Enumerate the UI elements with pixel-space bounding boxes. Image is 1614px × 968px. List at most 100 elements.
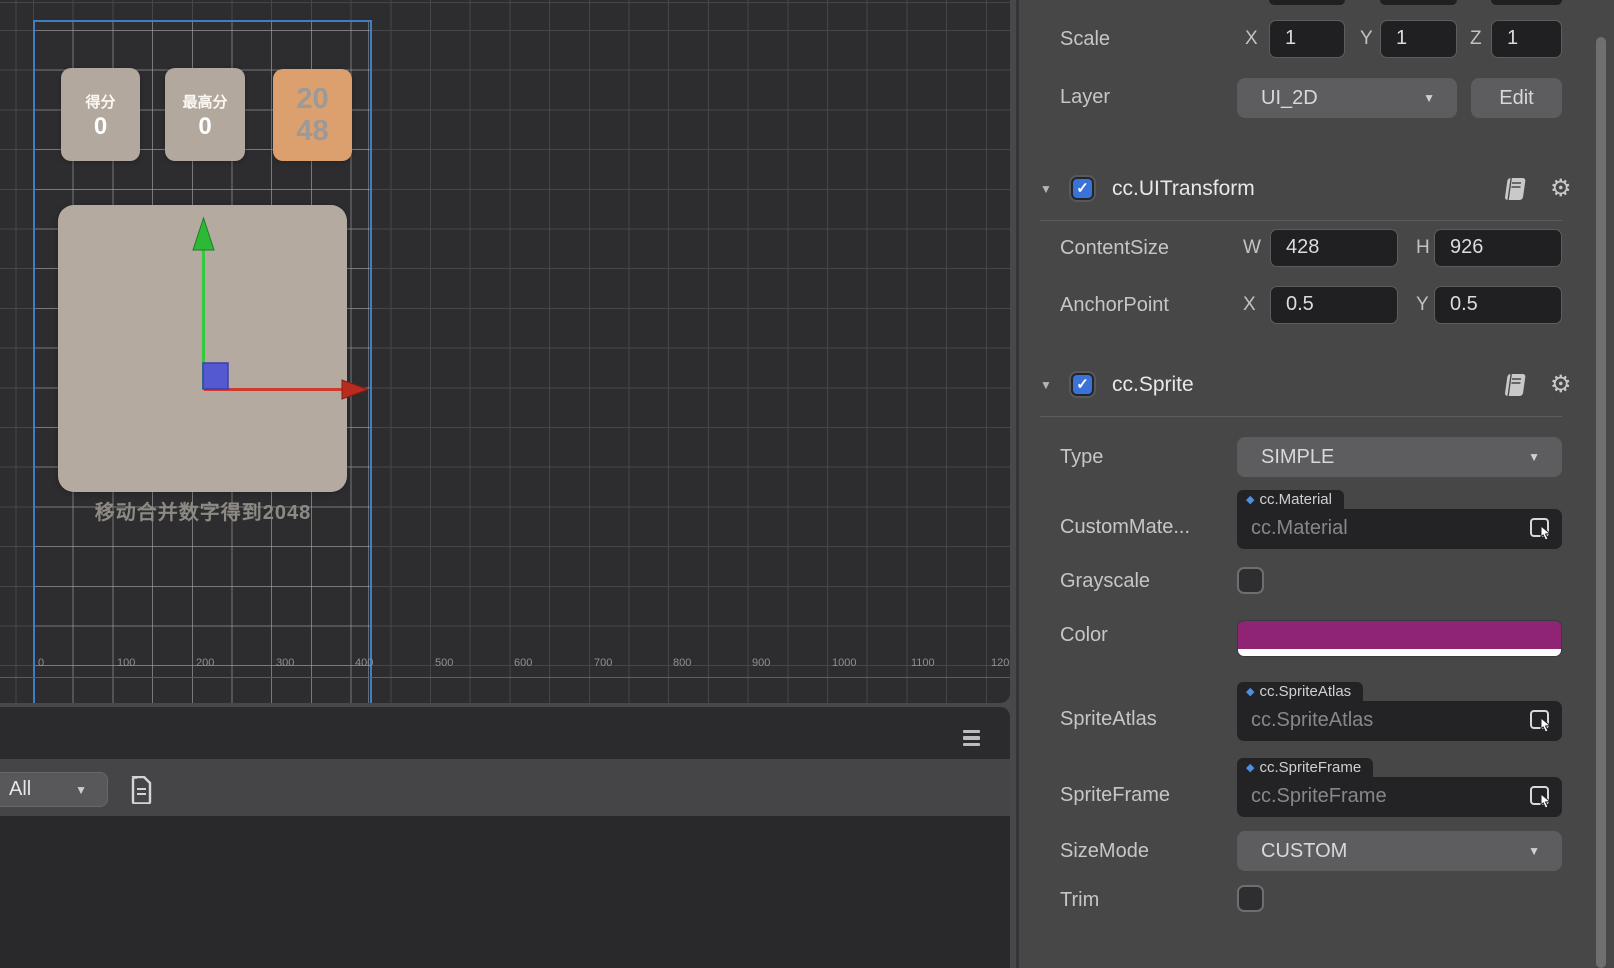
sprite-collapse-arrow[interactable]: ▼ xyxy=(1040,378,1052,392)
scale-z-field[interactable]: 1 xyxy=(1491,20,1562,58)
sprite-docs-icon[interactable] xyxy=(1501,372,1529,403)
score-tile-value: 0 xyxy=(94,115,107,139)
sprite-atlas-placeholder: cc.SpriteAtlas xyxy=(1251,709,1373,732)
asset-diamond-icon: ◆ xyxy=(1246,685,1254,698)
scale-y-field[interactable]: 1 xyxy=(1380,20,1457,58)
custom-material-placeholder: cc.Material xyxy=(1251,517,1348,540)
sprite-type-dropdown[interactable]: SIMPLE ▼ xyxy=(1237,437,1562,477)
inspector-panel: Scale X 1 Y 1 Z 1 Layer UI_2D ▼ Edit ▼ ✓… xyxy=(1019,0,1614,968)
color-label: Color xyxy=(1060,624,1108,647)
ruler-tick-100: 100 xyxy=(117,657,135,669)
layer-dropdown-value: UI_2D xyxy=(1261,87,1318,109)
asset-diamond-icon: ◆ xyxy=(1246,761,1254,774)
grayscale-label: Grayscale xyxy=(1060,570,1150,593)
uitransform-section-title: cc.UITransform xyxy=(1112,177,1255,201)
asset-picker-icon[interactable] xyxy=(1529,709,1554,739)
asset-diamond-icon: ◆ xyxy=(1246,493,1254,506)
asset-picker-icon[interactable] xyxy=(1529,785,1554,815)
scale-y-label: Y xyxy=(1360,28,1373,50)
uitransform-enabled-checkbox[interactable]: ✓ xyxy=(1069,175,1096,202)
best-score-tile[interactable]: 最高分 0 xyxy=(165,68,245,161)
log-filter-value: All xyxy=(9,778,31,801)
logo-2048-line1: 20 xyxy=(296,83,328,115)
contentsize-w-field[interactable]: 428 xyxy=(1270,229,1398,267)
sprite-type-label: Type xyxy=(1060,446,1103,469)
ruler-baseline xyxy=(0,677,1010,678)
check-icon: ✓ xyxy=(1073,179,1092,198)
grayscale-checkbox[interactable] xyxy=(1237,567,1264,594)
sprite-frame-placeholder: cc.SpriteFrame xyxy=(1251,785,1387,808)
ruler-tick-600: 600 xyxy=(514,657,532,669)
section-divider xyxy=(1040,220,1562,221)
layer-dropdown[interactable]: UI_2D ▼ xyxy=(1237,78,1457,118)
ruler-tick-800: 800 xyxy=(673,657,691,669)
sprite-atlas-type-tab: ◆ cc.SpriteAtlas xyxy=(1237,682,1363,701)
ruler-tick-700: 700 xyxy=(594,657,612,669)
clipped-field xyxy=(1380,0,1457,5)
sprite-frame-label: SpriteFrame xyxy=(1060,784,1170,807)
trim-label: Trim xyxy=(1060,889,1099,912)
chevron-down-icon: ▼ xyxy=(1528,437,1540,477)
scale-x-label: X xyxy=(1245,28,1258,50)
ruler-tick-400: 400 xyxy=(355,657,373,669)
ruler-tick-1000: 1000 xyxy=(832,657,856,669)
score-tile[interactable]: 得分 0 xyxy=(61,68,140,161)
scale-x-field[interactable]: 1 xyxy=(1269,20,1345,58)
ruler-tick-0: 0 xyxy=(38,657,44,669)
size-mode-value: CUSTOM xyxy=(1261,840,1347,862)
uitransform-docs-icon[interactable] xyxy=(1501,176,1529,207)
sprite-atlas-label: SpriteAtlas xyxy=(1060,708,1157,731)
scale-z-label: Z xyxy=(1470,28,1482,50)
anchorpoint-x-label: X xyxy=(1243,294,1256,316)
check-icon: ✓ xyxy=(1073,375,1092,394)
game-board-sprite[interactable] xyxy=(58,205,347,492)
ruler-tick-200: 200 xyxy=(196,657,214,669)
chevron-down-icon: ▼ xyxy=(1423,78,1435,118)
console-log-area[interactable] xyxy=(0,816,1010,968)
board-caption: 移动合并数字得到2048 xyxy=(48,496,358,525)
anchorpoint-y-field[interactable]: 0.5 xyxy=(1434,286,1562,324)
color-alpha-strip xyxy=(1238,649,1561,656)
ruler-tick-300: 300 xyxy=(276,657,294,669)
layer-label: Layer xyxy=(1060,86,1110,109)
anchorpoint-x-field[interactable]: 0.5 xyxy=(1270,286,1398,324)
contentsize-w-label: W xyxy=(1243,237,1261,259)
scene-view[interactable]: 得分 0 最高分 0 20 48 移动合并数字得到2048 0 100 200 … xyxy=(0,0,1010,703)
sprite-atlas-asset-field[interactable]: cc.SpriteAtlas xyxy=(1237,701,1562,741)
section-divider xyxy=(1040,416,1562,417)
ruler-tick-500: 500 xyxy=(435,657,453,669)
anchorpoint-y-label: Y xyxy=(1416,294,1429,316)
best-score-tile-value: 0 xyxy=(198,115,211,139)
logo-2048-tile[interactable]: 20 48 xyxy=(273,69,352,161)
chevron-down-icon: ▼ xyxy=(75,783,87,797)
inspector-scrollbar[interactable] xyxy=(1596,37,1606,968)
score-tile-label: 得分 xyxy=(85,91,115,112)
color-swatch[interactable] xyxy=(1237,620,1562,657)
uitransform-settings-gear-icon[interactable]: ⚙ xyxy=(1550,174,1572,203)
sprite-enabled-checkbox[interactable]: ✓ xyxy=(1069,371,1096,398)
log-filter-dropdown[interactable]: All ▼ xyxy=(0,772,108,807)
console-menu-icon[interactable] xyxy=(963,730,980,746)
size-mode-dropdown[interactable]: CUSTOM ▼ xyxy=(1237,831,1562,871)
custom-material-asset-field[interactable]: cc.Material xyxy=(1237,509,1562,549)
uitransform-collapse-arrow[interactable]: ▼ xyxy=(1040,182,1052,196)
contentsize-h-field[interactable]: 926 xyxy=(1434,229,1562,267)
scale-label: Scale xyxy=(1060,28,1110,51)
clear-log-document-icon[interactable] xyxy=(130,776,153,809)
layer-edit-button[interactable]: Edit xyxy=(1471,78,1562,118)
logo-2048-line2: 48 xyxy=(296,115,328,147)
asset-picker-icon[interactable] xyxy=(1529,517,1554,547)
contentsize-h-label: H xyxy=(1416,237,1430,259)
anchorpoint-label: AnchorPoint xyxy=(1060,294,1169,317)
clipped-field xyxy=(1491,0,1562,5)
console-filterbar: All ▼ xyxy=(0,759,1010,816)
sprite-settings-gear-icon[interactable]: ⚙ xyxy=(1550,370,1572,399)
console-toolbar xyxy=(0,707,1010,759)
ruler-tick-900: 900 xyxy=(752,657,770,669)
trim-checkbox[interactable] xyxy=(1237,885,1264,912)
sprite-frame-asset-field[interactable]: cc.SpriteFrame xyxy=(1237,777,1562,817)
custom-material-label: CustomMate... xyxy=(1060,516,1190,539)
sprite-frame-type-tab: ◆ cc.SpriteFrame xyxy=(1237,758,1373,777)
contentsize-label: ContentSize xyxy=(1060,237,1169,260)
clipped-field xyxy=(1269,0,1345,5)
